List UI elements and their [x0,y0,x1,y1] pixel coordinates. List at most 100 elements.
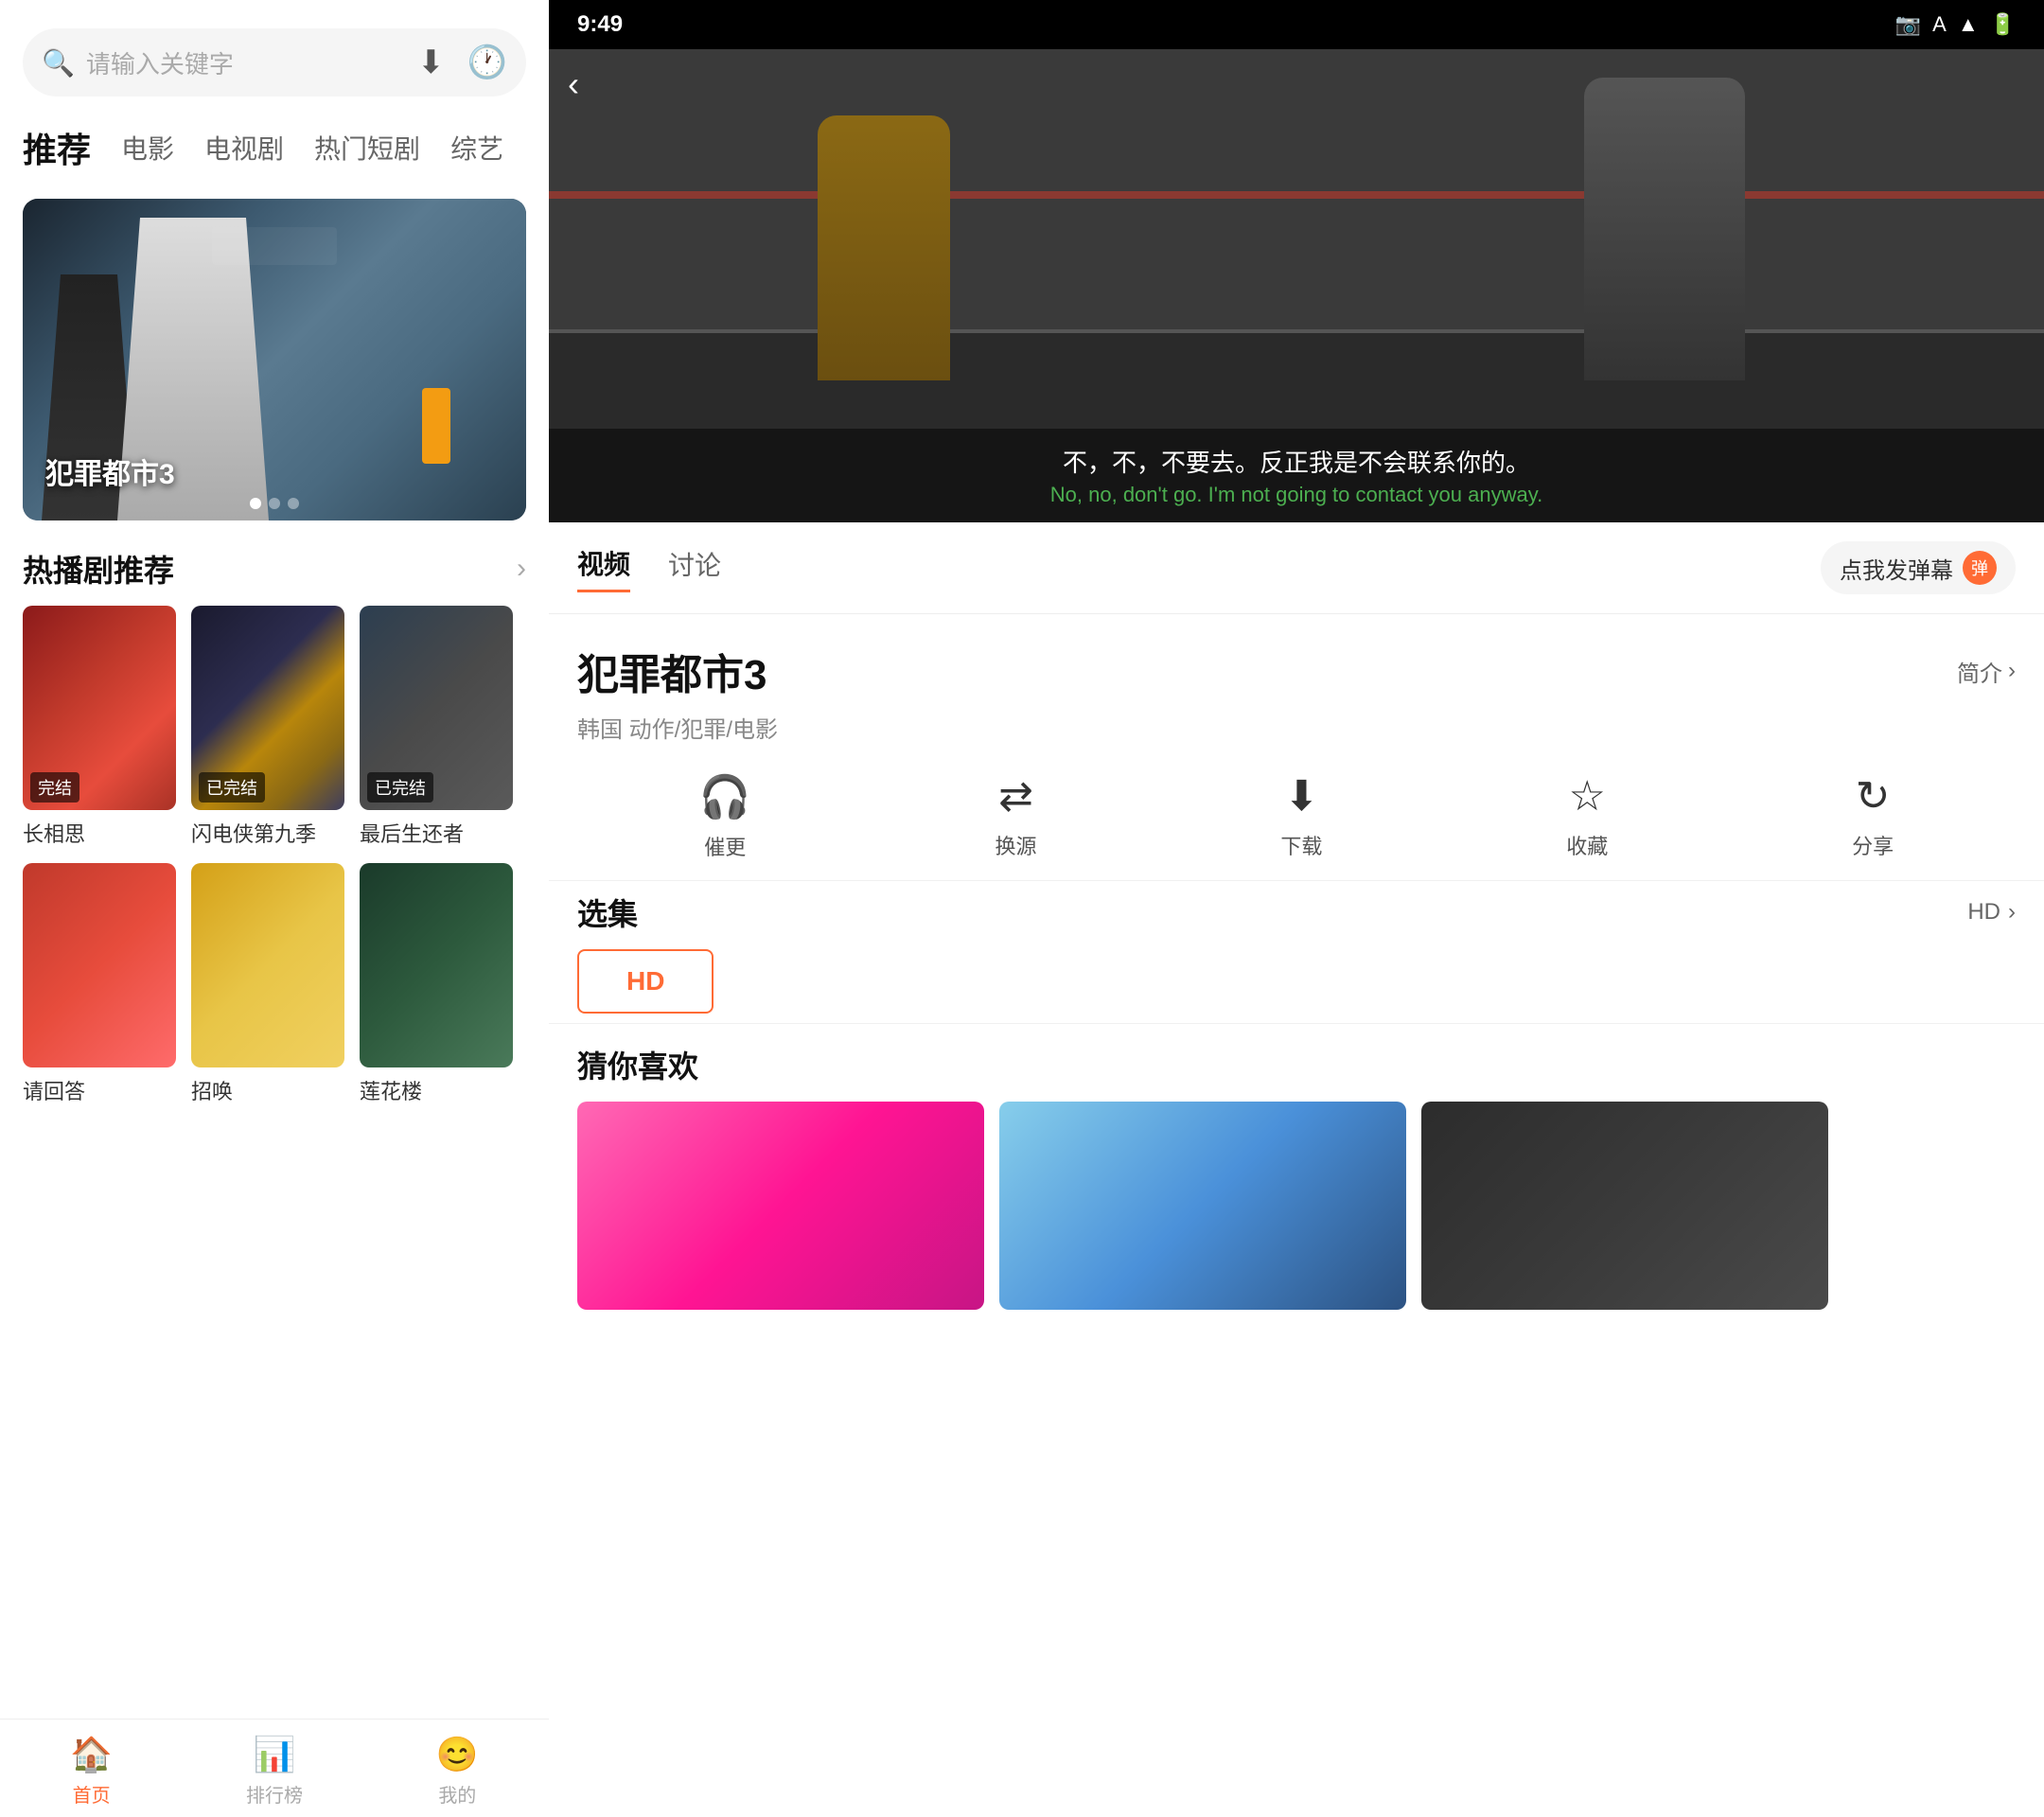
back-button[interactable]: ‹ [568,64,579,104]
video-tabs: 视频 讨论 点我发弹幕 弹 [549,522,2044,614]
rec-title: 猜你喜欢 [577,1043,2016,1086]
episodes-section: 选集 HD › HD [549,880,2044,1023]
tab-discussion[interactable]: 讨论 [668,545,721,591]
drama-card-0[interactable]: 完结 长相思 [23,606,176,848]
drama-card-5[interactable]: 莲花楼 [360,863,513,1105]
hot-section-arrow[interactable]: › [517,553,526,585]
intro-arrow: › [2008,658,2016,684]
huanyuan-label: 换源 [996,830,1037,860]
action-buttons: 🎧 催更 ⇄ 换源 ⬇ 下载 ☆ 收藏 ↻ 分享 [549,744,2044,880]
action-cuigeng[interactable]: 🎧 催更 [699,772,751,861]
bottom-nav-home[interactable]: 🏠 首页 [0,1735,183,1808]
drama-card-2[interactable]: 已完结 最后生还者 [360,606,513,848]
episode-chip-hd[interactable]: HD [577,949,2016,1014]
mine-icon: 😊 [436,1735,479,1774]
movie-title: 犯罪都市3 [577,641,766,701]
collect-icon: ☆ [1569,772,1606,820]
movie-info: 犯罪都市3 简介 › 韩国 动作/犯罪/电影 [549,614,2044,744]
collect-label: 收藏 [1566,830,1608,860]
tab-movie[interactable]: 电影 [121,121,174,174]
tab-tv[interactable]: 电视剧 [204,121,284,174]
tab-short[interactable]: 热门短剧 [314,121,420,174]
nav-tabs: 推荐 电影 电视剧 热门短剧 综艺 [0,115,549,180]
drama-title-4: 招唤 [191,1075,344,1105]
danmu-button[interactable]: 点我发弹幕 弹 [1821,541,2016,594]
history-icon[interactable]: 🕐 [467,44,507,81]
subtitle-area: 不，不，不要去。反正我是不会联系你的。 No, no, don't go. I'… [549,429,2044,522]
share-icon: ↻ [1856,772,1891,820]
rec-card-0[interactable] [577,1102,984,1310]
hero-dot-1 [250,498,261,509]
drama-title-5: 莲花楼 [360,1075,513,1105]
hero-title: 犯罪都市3 [45,450,175,492]
search-bar[interactable]: 🔍 请输入关键字 ⬇ 🕐 [23,28,526,97]
rank-icon: 📊 [254,1735,296,1774]
download-icon[interactable]: ⬇ [417,44,445,81]
drama-card-3[interactable]: 请回答 [23,863,176,1105]
drama-badge-1: 已完结 [199,772,265,803]
action-collect[interactable]: ☆ 收藏 [1566,772,1608,861]
drama-card-img-5 [360,863,513,1067]
cuigeng-icon: 🎧 [699,772,751,821]
figure-right [1584,78,1745,380]
drama-card-img-3 [23,863,176,1067]
episodes-title: 选集 [577,891,638,934]
intro-label: 简介 [1957,655,2002,688]
movie-intro-button[interactable]: 简介 › [1957,655,2016,688]
rec-card-2[interactable] [1421,1102,1828,1310]
battery-icon: 🔋 [1990,12,2016,37]
hero-dot-3 [288,498,299,509]
movie-tags: 韩国 动作/犯罪/电影 [577,711,2016,744]
tab-variety[interactable]: 综艺 [450,121,503,174]
download-icon: ⬇ [1284,772,1319,820]
cuigeng-label: 催更 [704,831,746,861]
drama-badge-0: 完结 [30,772,79,803]
danmu-label: 点我发弹幕 [1840,552,1953,585]
episodes-header: 选集 HD › [577,891,2016,934]
tab-recommend[interactable]: 推荐 [23,115,91,180]
tab-video[interactable]: 视频 [577,544,630,592]
hd-arrow: › [2008,899,2016,926]
movie-title-row: 犯罪都市3 简介 › [577,641,2016,701]
hero-detail [422,388,450,464]
download-label: 下载 [1280,830,1322,860]
action-download[interactable]: ⬇ 下载 [1280,772,1322,861]
bottom-nav-rank[interactable]: 📊 排行榜 [183,1735,365,1808]
action-share[interactable]: ↻ 分享 [1852,772,1894,861]
recommendations: 猜你喜欢 [549,1023,2044,1329]
episode-chip: HD [577,949,714,1014]
episodes-hd-button[interactable]: HD › [1967,899,2016,926]
status-icons: 📷 A ▲ 🔋 [1895,12,2016,37]
drama-card-img-2: 已完结 [360,606,513,810]
drama-badge-2: 已完结 [367,772,433,803]
hero-dot-2 [269,498,280,509]
drama-card-img-4 [191,863,344,1067]
status-bar: 9:49 📷 A ▲ 🔋 [549,0,2044,49]
right-panel: 9:49 📷 A ▲ 🔋 ‹ 不，不，不要去。反正我是不会联系你的。 No, n… [549,0,2044,1817]
drama-title-3: 请回答 [23,1075,176,1105]
search-placeholder: 请输入关键字 [86,45,402,80]
bottom-nav-mine[interactable]: 😊 我的 [366,1735,549,1808]
left-panel: 🔍 请输入关键字 ⬇ 🕐 推荐 电影 电视剧 热门短剧 综艺 犯罪都市3 热播剧… [0,0,549,1817]
hot-section-title: 热播剧推荐 [23,547,174,591]
hero-banner[interactable]: 犯罪都市3 [23,199,526,520]
drama-card-4[interactable]: 招唤 [191,863,344,1105]
danmu-badge: 弹 [1963,551,1997,585]
video-player[interactable]: ‹ 不，不，不要去。反正我是不会联系你的。 No, no, don't go. … [549,49,2044,522]
rec-card-1[interactable] [999,1102,1406,1310]
rec-grid [577,1102,2016,1310]
share-label: 分享 [1852,830,1894,860]
action-huanyuan[interactable]: ⇄ 换源 [996,772,1037,861]
camera-icon: 📷 [1895,12,1921,37]
drama-card-1[interactable]: 已完结 闪电侠第九季 [191,606,344,848]
hero-dots [250,498,299,509]
subtitle-chinese: 不，不，不要去。反正我是不会联系你的。 [568,444,2025,479]
drama-card-img-1: 已完结 [191,606,344,810]
home-icon: 🏠 [70,1735,113,1774]
rank-label: 排行榜 [246,1780,303,1808]
hero-scene [212,227,337,265]
hot-section-header: 热播剧推荐 › [0,520,549,606]
search-actions: ⬇ 🕐 [417,44,507,81]
drama-card-img-0: 完结 [23,606,176,810]
drama-title-2: 最后生还者 [360,818,513,848]
